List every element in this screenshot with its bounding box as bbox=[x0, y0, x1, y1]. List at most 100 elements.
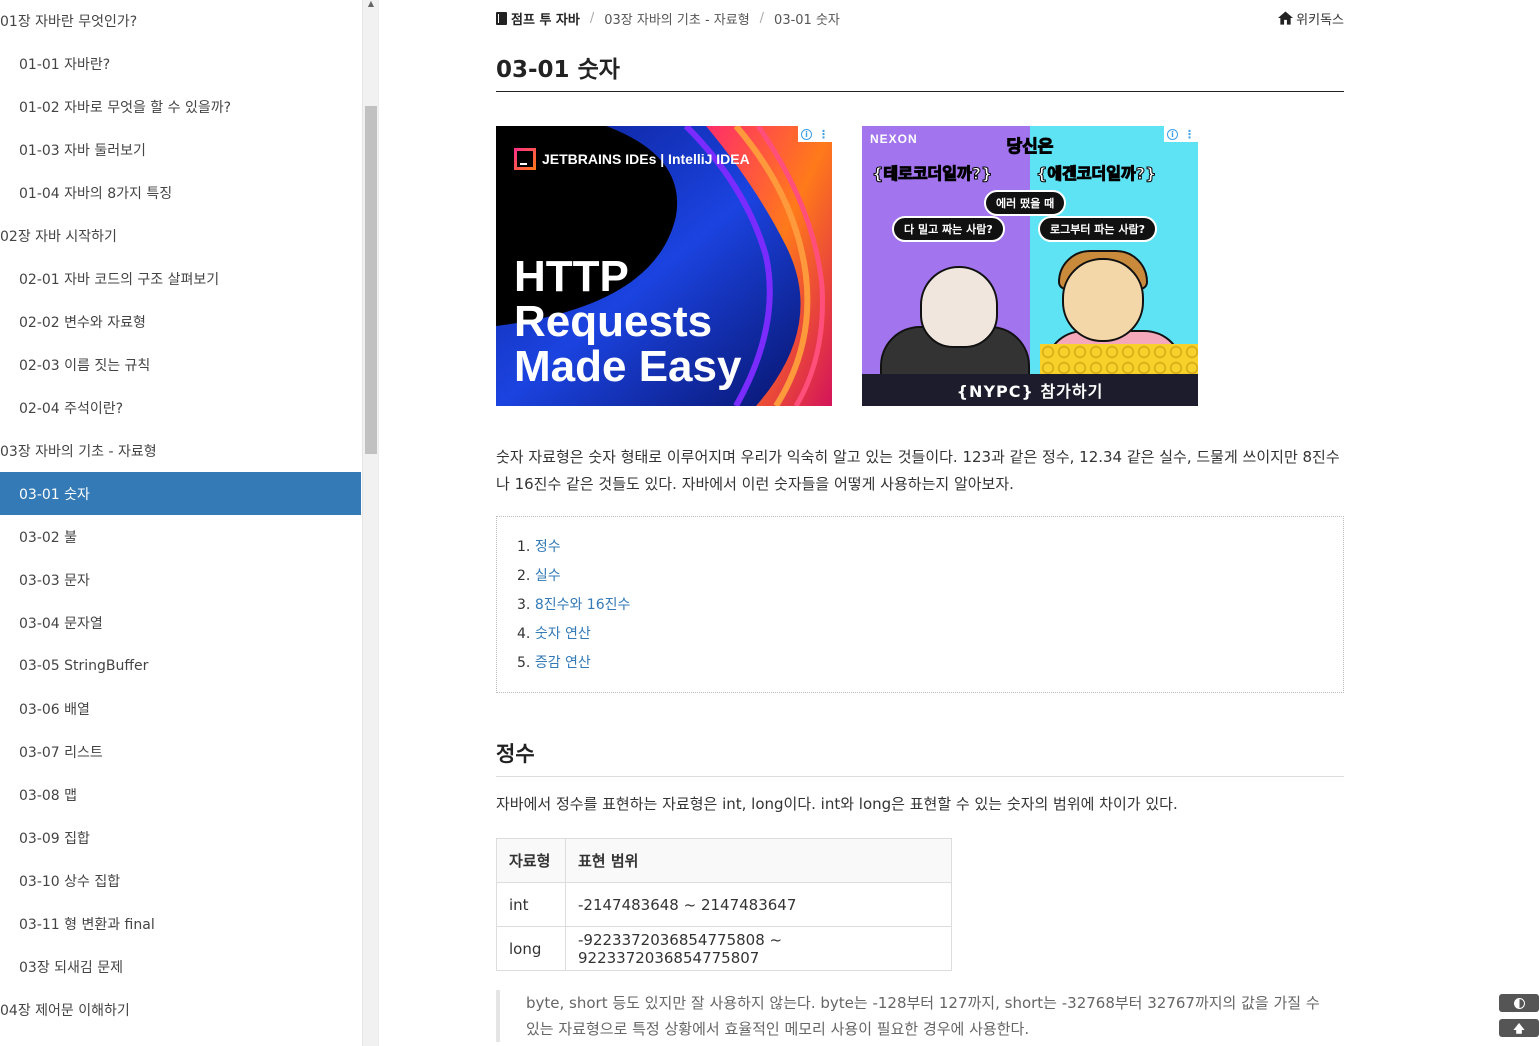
table-header-row: 자료형 표현 범위 bbox=[496, 838, 952, 883]
breadcrumb: 점프 투 자바 / 03장 자바의 기초 - 자료형 / 03-01 숫자 bbox=[496, 8, 840, 28]
breadcrumb-current-page: 03-01 숫자 bbox=[774, 12, 840, 28]
table-of-contents: 1. 정수 2. 실수 3. 8진수와 16진수 4. 숫자 연산 5. 증감 … bbox=[496, 516, 1344, 693]
toc-item: 2. 실수 bbox=[517, 565, 561, 585]
jetbrains-logo-icon bbox=[514, 148, 536, 170]
section-divider bbox=[496, 776, 1344, 777]
sidebar-chapter-item[interactable]: 03장 자바의 기초 - 자료형 bbox=[0, 429, 361, 472]
more-options-icon[interactable]: ⋮ bbox=[818, 129, 829, 140]
sidebar-page-item[interactable]: 03장 되새김 문제 bbox=[0, 945, 361, 988]
nexon-ad-title: 당신은 bbox=[1006, 137, 1054, 158]
toc-link[interactable]: 실수 bbox=[535, 568, 561, 584]
sidebar-page-item[interactable]: 01-03 자바 둘러보기 bbox=[0, 128, 361, 171]
sidebar-toc: 01장 자바란 무엇인가? 01-01 자바란? 01-02 자바로 무엇을 할 수… bbox=[0, 0, 362, 1046]
sidebar-scrollbar[interactable]: ▲ bbox=[362, 0, 378, 1046]
jetbrains-ad-banner[interactable]: JETBRAINS IDEs | IntelliJ IDEA HTTP Requ… bbox=[496, 126, 832, 406]
toc-number: 5. bbox=[517, 655, 531, 671]
contrast-icon bbox=[1513, 997, 1525, 1009]
sidebar-page-item[interactable]: 03-02 불 bbox=[0, 515, 361, 558]
toc-number: 3. bbox=[517, 597, 531, 613]
scroll-to-top-button[interactable]: 🡅 bbox=[1499, 1019, 1539, 1037]
toc-item: 4. 숫자 연산 bbox=[517, 623, 591, 643]
more-options-icon[interactable]: ⋮ bbox=[1184, 129, 1195, 140]
sidebar-page-item[interactable]: 03-04 문자열 bbox=[0, 601, 361, 644]
info-icon[interactable]: i bbox=[801, 128, 812, 140]
sidebar-page-item[interactable]: 03-08 맵 bbox=[0, 773, 361, 816]
page-title: 03-01 숫자 bbox=[496, 57, 620, 83]
table-cell: int bbox=[496, 882, 566, 927]
table-cell: long bbox=[496, 926, 566, 971]
breadcrumb-book-label: 점프 투 자바 bbox=[511, 12, 580, 28]
intro-paragraph: 숫자 자료형은 숫자 형태로 이루어지며 우리가 익숙히 알고 있는 것들이다.… bbox=[496, 448, 1340, 493]
toc-number: 4. bbox=[517, 626, 531, 642]
table-header-cell: 표현 범위 bbox=[565, 838, 952, 883]
table-header-cell: 자료형 bbox=[496, 838, 566, 883]
sidebar-page-item[interactable]: 02-01 자바 코드의 구조 살펴보기 bbox=[0, 257, 361, 300]
nexon-ad-banner[interactable]: NEXON 당신은 {테로코더일까?} {에겐코더일까?} 에러 떴을 때 다 … bbox=[862, 126, 1198, 406]
adchoices-badge[interactable]: i ⋮ bbox=[798, 126, 832, 142]
toc-item: 3. 8진수와 16진수 bbox=[517, 594, 630, 614]
sidebar-page-item[interactable]: 03-07 리스트 bbox=[0, 730, 361, 773]
table-row: int -2147483648 ~ 2147483647 bbox=[496, 882, 952, 927]
home-icon bbox=[1278, 11, 1294, 25]
sidebar-page-item[interactable]: 03-11 형 변환과 final bbox=[0, 902, 361, 945]
adchoices-badge[interactable]: i ⋮ bbox=[1164, 126, 1198, 142]
sidebar-page-item[interactable]: 02-03 이름 짓는 규칙 bbox=[0, 343, 361, 386]
toc-number: 2. bbox=[517, 568, 531, 584]
speech-bubble: 로그부터 파는 사람? bbox=[1038, 216, 1157, 242]
sidebar-chapter-item[interactable]: 04장 제어문 이해하기 bbox=[0, 988, 361, 1031]
nexon-question-left: {테로코더일까?} bbox=[871, 164, 993, 184]
table-cell: -9223372036854775808 ~ 92233720368547758… bbox=[565, 926, 952, 971]
breadcrumb-separator: / bbox=[759, 10, 765, 26]
jetbrains-ad-headline: HTTP Requests Made Easy bbox=[514, 254, 741, 389]
integer-range-table: 자료형 표현 범위 int -2147483648 ~ 2147483647 l… bbox=[496, 838, 952, 971]
toc-link[interactable]: 숫자 연산 bbox=[535, 626, 591, 642]
bald-character-face bbox=[920, 266, 998, 348]
info-icon[interactable]: i bbox=[1167, 128, 1178, 140]
nexon-cta-banner[interactable]: {NYPC} 참가하기 bbox=[862, 374, 1198, 406]
sidebar-page-item[interactable]: 02-04 주석이란? bbox=[0, 386, 361, 429]
sidebar-chapter-item[interactable]: 02장 자바 시작하기 bbox=[0, 214, 361, 257]
sidebar-page-item[interactable]: 03-10 상수 집합 bbox=[0, 859, 361, 902]
section-paragraph: 자바에서 정수를 표현하는 자료형은 int, long이다. int와 lon… bbox=[496, 795, 1178, 813]
wikidocs-home-link[interactable]: 위키독스 bbox=[1278, 8, 1344, 28]
title-divider bbox=[496, 91, 1344, 92]
curly-character-face bbox=[1062, 258, 1144, 342]
table-cell: -2147483648 ~ 2147483647 bbox=[565, 882, 952, 927]
table-row: long -9223372036854775808 ~ 922337203685… bbox=[496, 926, 952, 971]
sidebar-page-item[interactable]: 03-01 숫자 bbox=[0, 472, 361, 515]
sidebar-page-item[interactable]: 03-05 StringBuffer bbox=[0, 644, 361, 687]
jetbrains-logo: JETBRAINS IDEs | IntelliJ IDEA bbox=[514, 148, 750, 170]
toc-link[interactable]: 정수 bbox=[535, 539, 561, 555]
speech-bubble: 에러 떴을 때 bbox=[984, 190, 1067, 216]
sidebar-page-item[interactable]: 01-01 자바란? bbox=[0, 42, 361, 85]
sidebar-page-item[interactable]: 03-03 문자 bbox=[0, 558, 361, 601]
nexon-question-right: {에겐코더일까?} bbox=[1035, 164, 1157, 184]
sidebar-page-item[interactable]: 01-04 자바의 8가지 특징 bbox=[0, 171, 361, 214]
book-icon bbox=[496, 11, 507, 25]
sidebar-page-item[interactable]: 02-02 변수와 자료형 bbox=[0, 300, 361, 343]
note-blockquote: byte, short 등도 있지만 잘 사용하지 않는다. byte는 -12… bbox=[496, 990, 1344, 1042]
wikidocs-home-label: 위키독스 bbox=[1296, 12, 1344, 28]
sidebar-divider bbox=[378, 0, 379, 1046]
toc-item: 5. 증감 연산 bbox=[517, 652, 591, 672]
section-heading: 정수 bbox=[496, 742, 535, 766]
toc-link[interactable]: 증감 연산 bbox=[535, 655, 591, 671]
theme-toggle-button[interactable] bbox=[1499, 994, 1539, 1012]
jetbrains-brand-text: JETBRAINS IDEs | IntelliJ IDEA bbox=[542, 151, 750, 167]
speech-bubble: 다 밀고 짜는 사람? bbox=[892, 216, 1005, 242]
sidebar-page-item[interactable]: 01-02 자바로 무엇을 할 수 있을까? bbox=[0, 85, 361, 128]
toc-item: 1. 정수 bbox=[517, 536, 561, 556]
breadcrumb-chapter-link[interactable]: 03장 자바의 기초 - 자료형 bbox=[604, 9, 749, 28]
headline-line: Made Easy bbox=[514, 342, 742, 391]
sidebar-chapter-item[interactable]: 01장 자바란 무엇인가? bbox=[0, 0, 361, 42]
sidebar-page-item[interactable]: 03-09 집합 bbox=[0, 816, 361, 859]
breadcrumb-separator: / bbox=[589, 10, 595, 26]
headline-line: HTTP bbox=[514, 252, 629, 301]
sidebar-page-item[interactable]: 03-06 배열 bbox=[0, 687, 361, 730]
breadcrumb-book-link[interactable]: 점프 투 자바 bbox=[496, 9, 580, 28]
toc-link[interactable]: 8진수와 16진수 bbox=[535, 597, 631, 613]
scrollbar-thumb[interactable] bbox=[365, 106, 377, 454]
headline-line: Requests bbox=[514, 297, 713, 346]
arrow-up-icon: 🡅 bbox=[1513, 1021, 1525, 1035]
scroll-up-arrow-icon[interactable]: ▲ bbox=[366, 0, 376, 8]
